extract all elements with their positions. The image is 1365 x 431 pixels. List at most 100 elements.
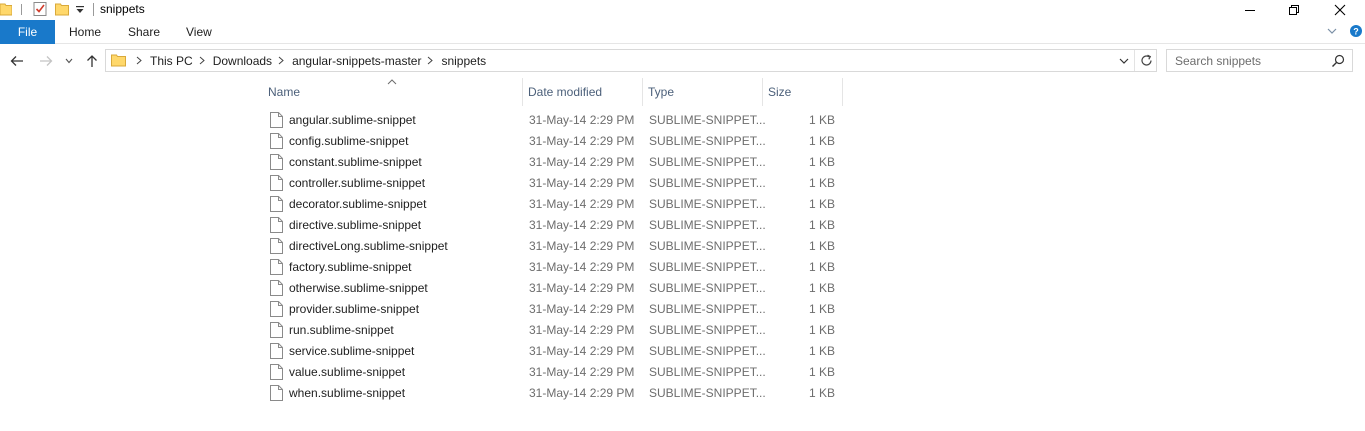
- file-row[interactable]: when.sublime-snippet 31-May-14 2:29 PM S…: [263, 383, 843, 404]
- breadcrumb-downloads[interactable]: Downloads: [213, 54, 272, 68]
- file-name: config.sublime-snippet: [289, 134, 409, 148]
- file-date-modified: 31-May-14 2:29 PM: [529, 386, 635, 400]
- file-name: run.sublime-snippet: [289, 323, 394, 337]
- file-row[interactable]: controller.sublime-snippet 31-May-14 2:2…: [263, 173, 843, 194]
- file-row[interactable]: provider.sublime-snippet 31-May-14 2:29 …: [263, 299, 843, 320]
- file-size: 1 KB: [808, 134, 835, 148]
- file-row[interactable]: directive.sublime-snippet 31-May-14 2:29…: [263, 215, 843, 236]
- file-date-modified: 31-May-14 2:29 PM: [529, 323, 635, 337]
- file-row[interactable]: service.sublime-snippet 31-May-14 2:29 P…: [263, 341, 843, 362]
- close-button[interactable]: [1317, 0, 1363, 20]
- document-icon: [270, 196, 283, 212]
- breadcrumb-this-pc[interactable]: This PC: [150, 54, 193, 68]
- file-list: angular.sublime-snippet 31-May-14 2:29 P…: [263, 110, 843, 404]
- file-row[interactable]: directiveLong.sublime-snippet 31-May-14 …: [263, 236, 843, 257]
- close-icon: [1334, 4, 1346, 16]
- breadcrumb: This PC Downloads angular-snippets-maste…: [130, 50, 486, 71]
- file-size: 1 KB: [808, 260, 835, 274]
- file-type: SUBLIME-SNIPPET...: [649, 281, 766, 295]
- file-name: otherwise.sublime-snippet: [289, 281, 428, 295]
- file-row[interactable]: otherwise.sublime-snippet 31-May-14 2:29…: [263, 278, 843, 299]
- tab-file[interactable]: File: [0, 20, 55, 44]
- tab-view[interactable]: View: [186, 20, 212, 44]
- file-date-modified: 31-May-14 2:29 PM: [529, 218, 635, 232]
- file-row[interactable]: constant.sublime-snippet 31-May-14 2:29 …: [263, 152, 843, 173]
- file-size: 1 KB: [808, 365, 835, 379]
- breadcrumb-separator-icon[interactable]: [425, 50, 435, 71]
- file-size: 1 KB: [808, 113, 835, 127]
- file-type: SUBLIME-SNIPPET...: [649, 113, 766, 127]
- search-input[interactable]: [1167, 50, 1327, 71]
- document-icon: [270, 385, 283, 401]
- file-type: SUBLIME-SNIPPET...: [649, 365, 766, 379]
- file-size: 1 KB: [808, 197, 835, 211]
- breadcrumb-separator-icon[interactable]: [276, 50, 286, 71]
- title-bar: snippets: [0, 0, 1365, 20]
- column-headers: Name Date modified Type Size: [0, 78, 1365, 106]
- file-date-modified: 31-May-14 2:29 PM: [529, 176, 635, 190]
- file-name: constant.sublime-snippet: [289, 155, 422, 169]
- breadcrumb-separator-icon[interactable]: [134, 50, 144, 71]
- window-title: snippets: [100, 2, 145, 16]
- address-history-dropdown-icon[interactable]: [1118, 55, 1130, 67]
- column-header-type[interactable]: Type: [643, 78, 763, 106]
- file-name: factory.sublime-snippet: [289, 260, 412, 274]
- quick-access-divider: [21, 4, 22, 15]
- file-date-modified: 31-May-14 2:29 PM: [529, 197, 635, 211]
- search-box[interactable]: [1166, 49, 1353, 72]
- expand-ribbon-chevron-icon[interactable]: [1326, 25, 1338, 37]
- file-row[interactable]: run.sublime-snippet 31-May-14 2:29 PM SU…: [263, 320, 843, 341]
- file-date-modified: 31-May-14 2:29 PM: [529, 365, 635, 379]
- file-date-modified: 31-May-14 2:29 PM: [529, 260, 635, 274]
- file-row[interactable]: factory.sublime-snippet 31-May-14 2:29 P…: [263, 257, 843, 278]
- svg-text:?: ?: [1353, 27, 1359, 37]
- minimize-icon: [1245, 10, 1255, 11]
- up-arrow-icon[interactable]: [84, 53, 100, 69]
- document-icon: [270, 112, 283, 128]
- column-header-date-modified[interactable]: Date modified: [523, 78, 643, 106]
- address-bar[interactable]: This PC Downloads angular-snippets-maste…: [105, 49, 1157, 72]
- navigation-bar: This PC Downloads angular-snippets-maste…: [0, 44, 1365, 78]
- properties-check-icon[interactable]: [33, 1, 47, 16]
- document-icon: [270, 322, 283, 338]
- title-divider: [93, 3, 94, 16]
- minimize-button[interactable]: [1227, 0, 1273, 20]
- file-type: SUBLIME-SNIPPET...: [649, 386, 766, 400]
- column-header-size[interactable]: Size: [763, 78, 843, 106]
- new-folder-icon[interactable]: [55, 2, 69, 16]
- file-row[interactable]: config.sublime-snippet 31-May-14 2:29 PM…: [263, 131, 843, 152]
- customize-dropdown-icon[interactable]: [75, 3, 85, 15]
- search-icon[interactable]: [1331, 54, 1345, 68]
- file-type: SUBLIME-SNIPPET...: [649, 260, 766, 274]
- breadcrumb-snippets[interactable]: snippets: [441, 54, 486, 68]
- document-icon: [270, 154, 283, 170]
- file-row[interactable]: decorator.sublime-snippet 31-May-14 2:29…: [263, 194, 843, 215]
- file-row[interactable]: value.sublime-snippet 31-May-14 2:29 PM …: [263, 362, 843, 383]
- back-arrow-icon[interactable]: [9, 53, 25, 69]
- file-size: 1 KB: [808, 344, 835, 358]
- document-icon: [270, 364, 283, 380]
- forward-arrow-icon[interactable]: [38, 53, 54, 69]
- file-size: 1 KB: [808, 176, 835, 190]
- file-row[interactable]: angular.sublime-snippet 31-May-14 2:29 P…: [263, 110, 843, 131]
- recent-locations-icon[interactable]: [64, 56, 74, 66]
- file-date-modified: 31-May-14 2:29 PM: [529, 302, 635, 316]
- breadcrumb-angular-snippets-master[interactable]: angular-snippets-master: [292, 54, 421, 68]
- refresh-icon[interactable]: [1139, 53, 1154, 68]
- file-name: when.sublime-snippet: [289, 386, 406, 400]
- folder-icon: [0, 3, 12, 16]
- document-icon: [270, 217, 283, 233]
- restore-button[interactable]: [1271, 0, 1317, 20]
- document-icon: [270, 133, 283, 149]
- tab-home[interactable]: Home: [69, 20, 101, 44]
- tab-share[interactable]: Share: [128, 20, 160, 44]
- file-size: 1 KB: [808, 302, 835, 316]
- breadcrumb-separator-icon[interactable]: [197, 50, 207, 71]
- column-header-name[interactable]: Name: [263, 78, 523, 106]
- file-date-modified: 31-May-14 2:29 PM: [529, 281, 635, 295]
- file-type: SUBLIME-SNIPPET...: [649, 155, 766, 169]
- document-icon: [270, 259, 283, 275]
- file-size: 1 KB: [808, 239, 835, 253]
- help-icon[interactable]: ?: [1349, 23, 1363, 39]
- file-name: directive.sublime-snippet: [289, 218, 422, 232]
